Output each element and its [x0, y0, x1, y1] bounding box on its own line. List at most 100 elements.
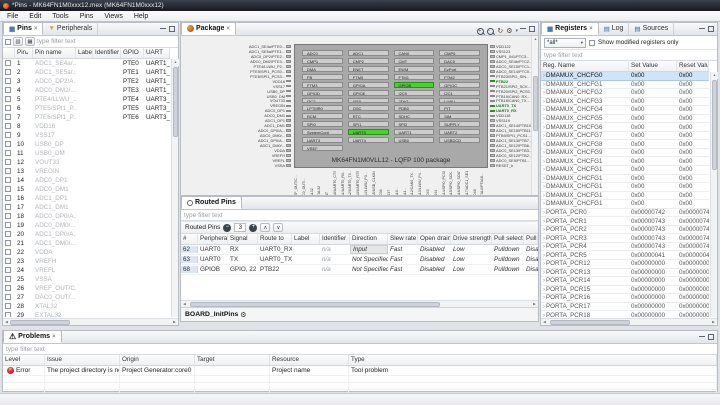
peripheral-block[interactable]: VREF: [302, 145, 343, 151]
register-row[interactable]: ›PORTA_PCR16 0x00000000 0x00000000: [541, 294, 709, 303]
register-row[interactable]: ›DMAMUX_CHCFG1 0x00 0x00: [541, 192, 709, 201]
package-pin-label[interactable]: PTA16/SPI0_SOUT...: [457, 171, 465, 195]
registers-filter-input[interactable]: [541, 50, 717, 61]
tab-problems[interactable]: ⚠ Problems ×: [3, 330, 62, 343]
pin-row[interactable]: 16 ADC1_DP1: [3, 194, 170, 203]
close-icon[interactable]: ×: [226, 26, 230, 32]
register-row[interactable]: ›DMAMUX_CHCFG1 0x00 0x00: [541, 175, 709, 184]
minimize-view-icon[interactable]: [699, 26, 705, 32]
close-icon[interactable]: ×: [589, 26, 593, 32]
tab-sources[interactable]: ▤ Sources: [629, 22, 674, 35]
pin-row[interactable]: 1 ADC1_SE4a/... PTE0 UART1_TX: [3, 59, 170, 68]
register-row[interactable]: ›PORTA_PCR13 0x00000000 0x00000000: [541, 269, 709, 278]
pin-row-checkbox[interactable]: [5, 294, 11, 300]
tab-registers[interactable]: ▦ Registers ×: [541, 22, 599, 35]
package-pin-label[interactable]: PTA2/UART0_TX...: [348, 171, 356, 195]
scroll-left-arrow[interactable]: ◀: [3, 320, 10, 324]
peripheral-block[interactable]: EWM: [394, 66, 435, 72]
pin-row-checkbox[interactable]: [5, 186, 11, 192]
pin-row-checkbox[interactable]: [5, 285, 11, 291]
register-row[interactable]: ›DMAMUX_CHCFG8 0x00 0x00: [541, 140, 709, 149]
package-pin-label[interactable]: PTA4/LLWU_P3...: [364, 171, 372, 195]
pin-row-checkbox[interactable]: [5, 240, 11, 246]
registers-vertical-scrollbar[interactable]: ▲: [710, 72, 717, 317]
peripheral-block[interactable]: SPI2: [394, 121, 435, 127]
register-row[interactable]: ›PORTA_PCR14 0x00000000 0x00000000: [541, 277, 709, 286]
peripheral-block[interactable]: ENET: [348, 66, 389, 72]
peripheral-block[interactable]: UART4: [348, 137, 389, 143]
problems-column-header[interactable]: Origin: [120, 355, 195, 365]
col-pin-name[interactable]: Pin name: [33, 48, 76, 58]
pin-row[interactable]: 13 VREGIN: [3, 167, 170, 176]
package-canvas[interactable]: ADC1_SE4a/PTE0... ADC1_SE5a/PTE1... ADC0…: [181, 36, 538, 195]
peripheral-block[interactable]: FTM1: [394, 74, 435, 80]
pin-row[interactable]: 18 ADC0_DP0/A...: [3, 212, 170, 221]
pin-row-checkbox[interactable]: [5, 177, 11, 183]
routed-column-header[interactable]: Signal: [228, 234, 258, 244]
pin-row[interactable]: 7 PTE6/SPI1_P... PTE6 UART3_CT: [3, 113, 170, 122]
register-row[interactable]: ›DMAMUX_CHCFG6 0x00 0x00: [541, 123, 709, 132]
maximize-view-icon[interactable]: [708, 26, 714, 32]
scroll-thumb[interactable]: [190, 302, 440, 307]
register-row[interactable]: ›DMAMUX_CHCFG1 0x00 0x00: [541, 200, 709, 209]
pins-toolbar-button-2[interactable]: ▦: [25, 37, 35, 46]
peripheral-block[interactable]: SystemCont: [302, 129, 343, 135]
package-pin-label[interactable]: DAC0_OUT/...: [302, 171, 310, 195]
menu-item[interactable]: Tools: [47, 12, 73, 21]
peripheral-block[interactable]: FTM2: [439, 74, 480, 80]
peripheral-block[interactable]: JTAG: [394, 98, 435, 104]
menu-item[interactable]: File: [2, 12, 23, 21]
pins-vertical-scrollbar[interactable]: ▲: [171, 59, 178, 317]
pin-row-checkbox[interactable]: [5, 105, 11, 111]
package-pin-label[interactable]: PTA3/UART0_RTS...: [356, 171, 364, 195]
problems-column-header[interactable]: Resource: [270, 355, 349, 365]
peripheral-block[interactable]: DAC0: [439, 58, 480, 64]
scroll-up-arrow[interactable]: ▲: [532, 36, 538, 43]
close-icon[interactable]: ×: [52, 334, 56, 340]
pin-row-checkbox[interactable]: [5, 195, 11, 201]
problem-row[interactable]: ×Error The project directory is not ... …: [3, 366, 717, 376]
pin-row-checkbox[interactable]: [5, 69, 11, 75]
pin-row[interactable]: 26 VREF_OUT/C...: [3, 284, 170, 293]
col-checkbox[interactable]: [3, 48, 15, 58]
pin-row[interactable]: 19 ADC0_DM0/...: [3, 221, 170, 230]
pin-row-checkbox[interactable]: [5, 204, 11, 210]
routed-column-header[interactable]: Route to: [258, 234, 292, 244]
register-row[interactable]: ›PORTA_PCR18 0x00000000 0x00000000: [541, 311, 709, 317]
routed-column-header[interactable]: Drive strength: [451, 234, 492, 244]
pin-row[interactable]: 22 VDDA: [3, 248, 170, 257]
peripheral-block[interactable]: GPIOC: [439, 82, 480, 88]
peripheral-block[interactable]: USB0: [394, 137, 435, 143]
pin-row-checkbox[interactable]: [5, 78, 11, 84]
menu-item[interactable]: Edit: [24, 12, 46, 21]
problems-column-header[interactable]: Type: [349, 355, 717, 365]
remove-pin-button[interactable]: −: [223, 224, 231, 232]
peripheral-block[interactable]: I2C0: [394, 90, 435, 96]
package-pin-label[interactable]: PTA15/SPI0_SCK...: [449, 171, 457, 195]
package-vertical-scrollbar[interactable]: ▲: [531, 36, 538, 195]
maximize-view-icon[interactable]: [169, 26, 175, 32]
peripheral-block[interactable]: SIM: [439, 113, 480, 119]
scroll-left-arrow[interactable]: ◀: [181, 302, 188, 306]
scroll-left-arrow[interactable]: ◀: [541, 320, 548, 324]
peripheral-block[interactable]: UART2: [439, 129, 480, 135]
register-row[interactable]: ›DMAMUX_CHCFG3 0x00 0x00: [541, 98, 709, 107]
peripheral-block[interactable]: RCM: [302, 113, 343, 119]
pin-row[interactable]: 23 VREFH: [3, 257, 170, 266]
peripheral-block[interactable]: GPIOB: [394, 82, 435, 88]
routed-pin-row[interactable]: 63 UART0 TX UART0_TX n/a Not Specified F…: [181, 255, 538, 265]
peripheral-block[interactable]: LPTMR0: [302, 105, 343, 111]
peripheral-block[interactable]: EzPort: [439, 66, 480, 72]
pin-row-checkbox[interactable]: [5, 141, 11, 147]
pin-row[interactable]: 8 VDD16: [3, 122, 170, 131]
registers-horizontal-scrollbar[interactable]: ◀ ▶: [541, 318, 717, 325]
routed-pin-row[interactable]: 62 UART0 RX UART0_RX n/a Input Fast Disa…: [181, 245, 538, 255]
view-menu-icon[interactable]: ▾: [515, 28, 518, 35]
pin-row-checkbox[interactable]: [5, 312, 11, 317]
pin-row[interactable]: 27 DAC0_OUT/...: [3, 293, 170, 302]
pin-row[interactable]: 12 VOUT33: [3, 158, 170, 167]
register-row[interactable]: ›DMAMUX_CHCFG4 0x00 0x00: [541, 106, 709, 115]
peripheral-block[interactable]: I2C2: [302, 98, 343, 104]
peripheral-block[interactable]: RTC: [348, 113, 389, 119]
peripheral-block[interactable]: I2C1: [439, 90, 480, 96]
